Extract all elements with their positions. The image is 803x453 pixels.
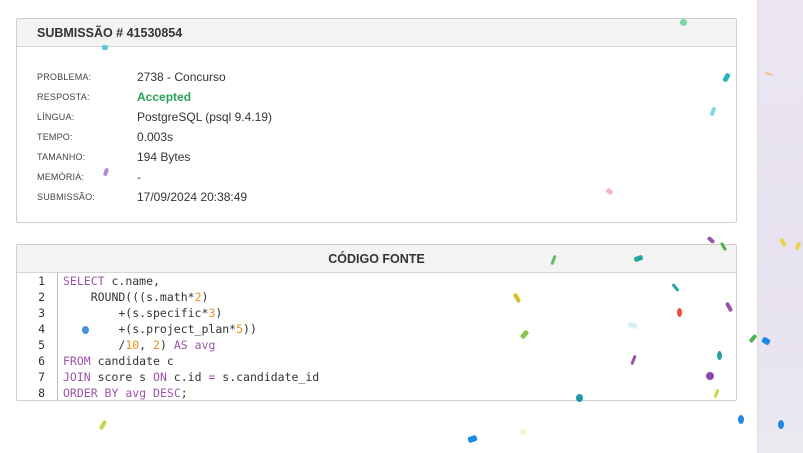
confetti-piece [706,235,716,245]
line-number: 6 [38,354,45,368]
field-label: TEMPO: [37,132,73,142]
confetti-piece [778,420,784,429]
code-token: AS [173,338,188,352]
code-token: , [139,338,154,352]
code-line: ORDER BY avg DESC; [63,385,188,401]
code-editor[interactable]: 12345678 SELECT c.name, ROUND(((s.math*2… [17,273,736,400]
line-number: 1 [38,274,45,288]
confetti-piece [82,326,89,334]
line-number: 7 [38,370,45,384]
code-token: score s [90,370,154,384]
confetti-piece [467,434,478,444]
source-code-title: CÓDIGO FONTE [17,245,736,273]
code-token: ORDER BY [63,386,119,400]
line-number: 2 [38,290,45,304]
confetti-piece [677,308,682,317]
code-line: /10, 2) AS avg [63,337,215,353]
confetti-piece [706,372,714,380]
field-value: - [137,170,141,184]
field-label: LÍNGUA: [37,112,75,122]
submission-title: SUBMISSÃO # 41530854 [17,19,736,47]
field-problema: PROBLEMA: 2738 - Concurso [37,67,272,87]
submission-details: PROBLEMA: 2738 - Concurso RESPOSTA: Acce… [37,67,272,207]
code-line: +(s.project_plan*5)) [63,321,257,337]
field-value: 17/09/2024 20:38:49 [137,190,248,204]
submission-panel: SUBMISSÃO # 41530854 PROBLEMA: 2738 - Co… [16,18,737,223]
code-token: +(s.specific* [63,306,209,320]
code-token: FROM [63,354,91,368]
confetti-piece [576,394,583,402]
code-token: / [63,338,126,352]
code-token: s.candidate_id [215,370,320,384]
code-token: ROUND(((s.math* [63,290,195,304]
code-token: 2 [194,290,202,304]
confetti-piece [738,415,744,424]
code-line: +(s.specific*3) [63,305,222,321]
line-number: 5 [38,338,45,352]
code-token: ) [215,306,223,320]
code-token: 5 [236,322,244,336]
code-line: FROM candidate c [63,353,174,369]
confetti-piece [680,19,687,26]
code-line: SELECT c.name, [63,273,160,289]
code-token: c.id [166,370,209,384]
code-token: 10 [125,338,140,352]
field-value: PostgreSQL (psql 9.4.19) [137,110,272,124]
code-token: ON [153,370,167,384]
field-label: RESPOSTA: [37,92,90,102]
field-resposta: RESPOSTA: Accepted [37,87,272,107]
right-background-strip [757,0,803,453]
code-token: ) [159,338,174,352]
field-memoria: MEMÓRIA: - [37,167,272,187]
field-submissao: SUBMISSÃO: 17/09/2024 20:38:49 [37,187,272,207]
field-lingua: LÍNGUA: PostgreSQL (psql 9.4.19) [37,107,272,127]
code-token: c.name, [104,274,160,288]
field-tamanho: TAMANHO: 194 Bytes [37,147,272,167]
confetti-piece [102,45,108,50]
code-line: ROUND(((s.math*2) [63,289,209,305]
confetti-piece [717,351,722,360]
code-token: candidate c [90,354,174,368]
code-token: )) [243,322,257,336]
field-value: 2738 - Concurso [137,70,226,84]
line-number: 4 [38,322,45,336]
code-token: ) [201,290,209,304]
field-label: SUBMISSÃO: [37,192,96,202]
code-token: DESC [153,386,181,400]
field-value: 0.003s [137,130,174,144]
status-accepted: Accepted [137,90,192,104]
code-token: avg [194,338,216,352]
code-line: JOIN score s ON c.id = s.candidate_id [63,369,319,385]
field-value: 194 Bytes [137,150,191,164]
code-token: 2 [153,338,160,352]
field-label: MEMÓRIA: [37,172,85,182]
code-token: avg [125,386,147,400]
confetti-piece [98,419,108,431]
field-label: PROBLEMA: [37,72,92,82]
code-token: SELECT [63,274,105,288]
line-number: 3 [38,306,45,320]
code-token: ; [180,386,188,400]
line-number: 8 [38,386,45,400]
field-tempo: TEMPO: 0.003s [37,127,272,147]
line-number-gutter: 1 2 3 4 5 6 7 8 [17,273,58,400]
field-label: TAMANHO: [37,152,86,162]
confetti-piece [520,429,526,435]
code-token: JOIN [63,370,91,384]
